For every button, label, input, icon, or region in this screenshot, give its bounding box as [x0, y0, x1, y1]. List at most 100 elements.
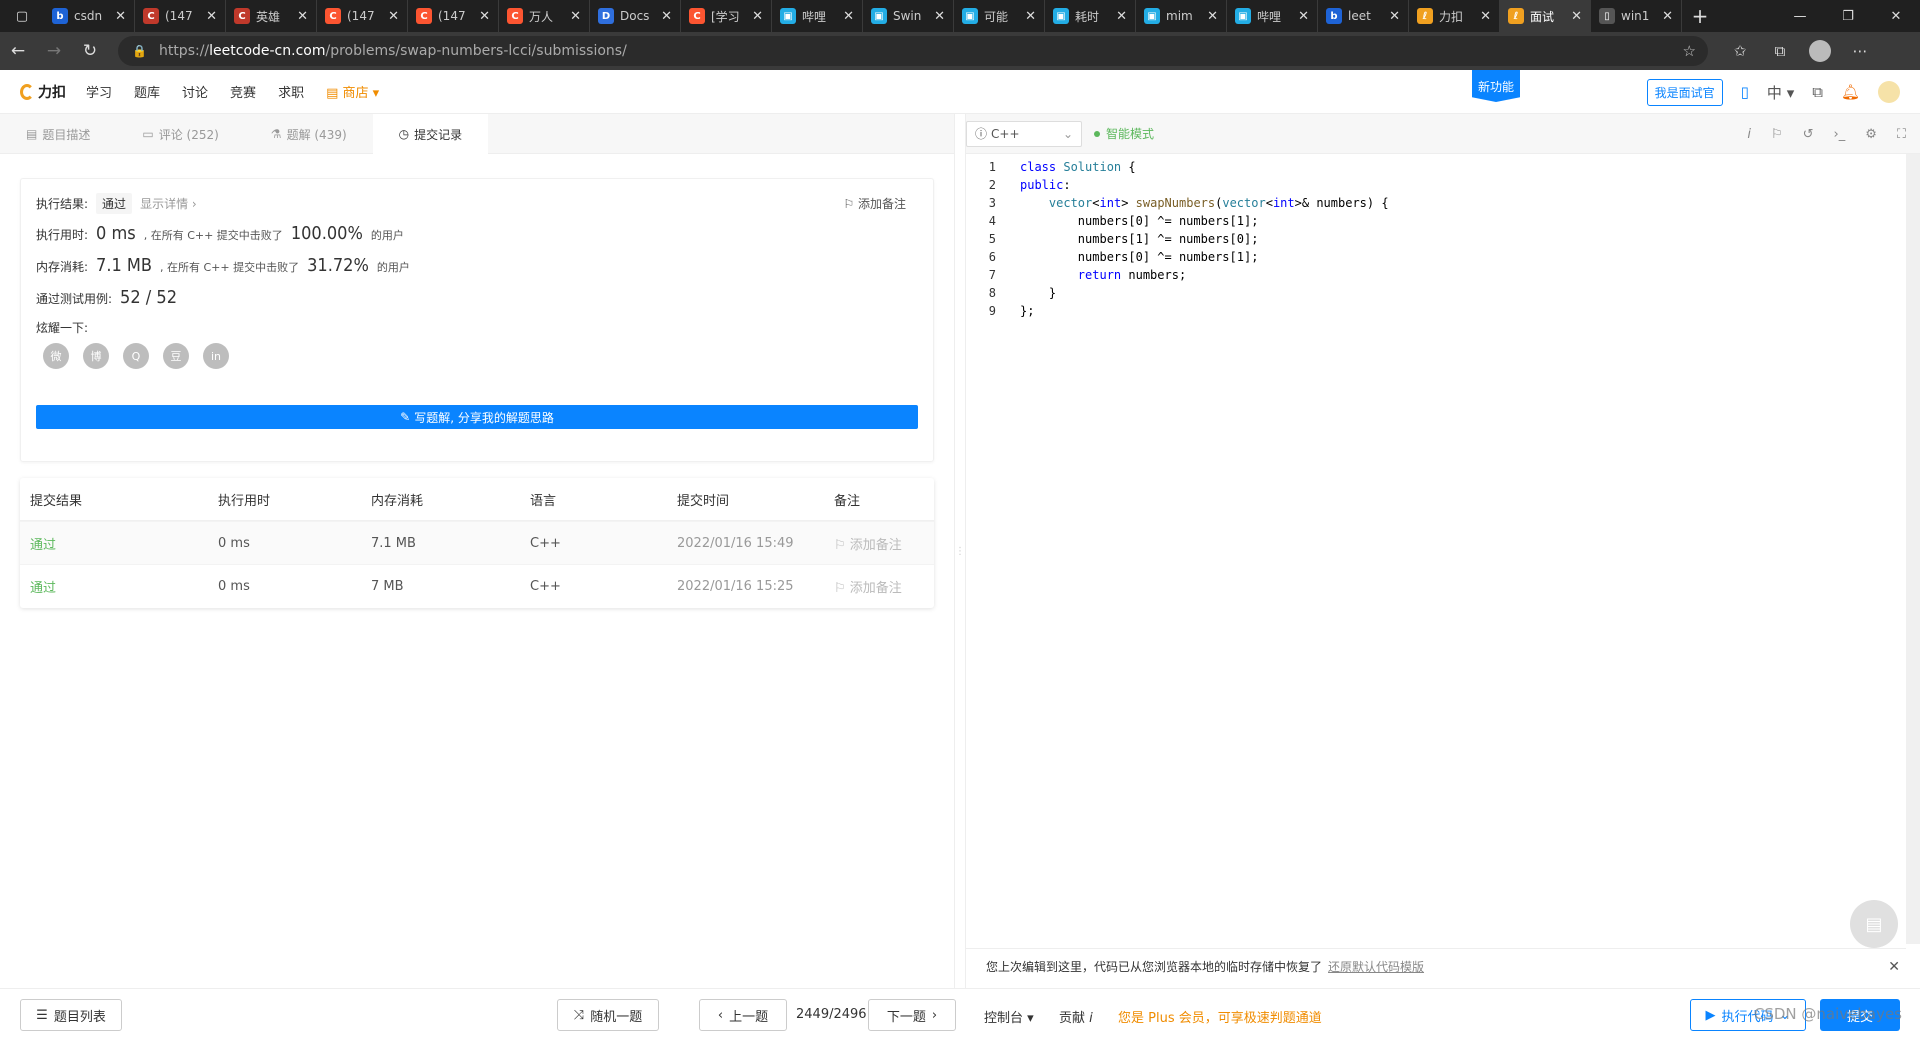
- close-icon[interactable]: ✕: [1888, 959, 1900, 975]
- weibo-icon[interactable]: 博: [83, 343, 109, 369]
- interviewer-button[interactable]: 我是面试官: [1646, 78, 1723, 106]
- row-add-note-button[interactable]: ⚐ 添加备注: [834, 534, 934, 553]
- smart-mode-toggle[interactable]: 智能模式: [1094, 125, 1154, 142]
- browser-tab[interactable]: ▣ mim ✕: [1136, 0, 1227, 32]
- fullscreen-icon[interactable]: ⛶: [1897, 127, 1906, 142]
- restore-icon[interactable]: ❐: [1824, 0, 1872, 32]
- nav-contest[interactable]: 竞赛: [230, 82, 256, 101]
- minimize-icon[interactable]: —: [1776, 0, 1824, 32]
- close-tab-icon[interactable]: ✕: [1116, 9, 1127, 24]
- leetcode-logo[interactable]: 力扣: [20, 82, 66, 102]
- url-field[interactable]: 🔒 https://leetcode-cn.com/problems/swap-…: [118, 36, 1708, 66]
- console-toggle[interactable]: 控制台 ▾: [984, 1007, 1034, 1026]
- browser-tab[interactable]: ▯ win1 ✕: [1591, 0, 1682, 32]
- browser-tab[interactable]: ▣ Swin ✕: [863, 0, 954, 32]
- problem-list-button[interactable]: ☰ 题目列表: [20, 999, 122, 1031]
- show-detail-link[interactable]: 显示详情 ›: [140, 195, 197, 212]
- close-tab-icon[interactable]: ✕: [1662, 9, 1673, 24]
- panel-resize-handle[interactable]: ⋮: [954, 114, 966, 988]
- settings-gear-icon[interactable]: ⚙: [1865, 127, 1877, 142]
- language-switch[interactable]: 中 ▾: [1767, 82, 1794, 103]
- mobile-icon[interactable]: ▯: [1741, 83, 1749, 101]
- random-problem-button[interactable]: ⤨ 随机一题: [557, 999, 659, 1031]
- tab-actions-icon[interactable]: ▢: [0, 0, 44, 32]
- tab-solutions[interactable]: ⚗ 题解 (439): [245, 114, 373, 154]
- flag-icon[interactable]: ⚐: [1771, 127, 1783, 142]
- row-add-note-button[interactable]: ⚐ 添加备注: [834, 577, 934, 596]
- close-tab-icon[interactable]: ✕: [297, 9, 308, 24]
- linkedin-icon[interactable]: in: [203, 343, 229, 369]
- notes-float-button[interactable]: ▤: [1850, 900, 1898, 948]
- editor-scrollbar[interactable]: [1906, 154, 1920, 944]
- browser-tab[interactable]: ℓ 面试 ✕: [1500, 0, 1591, 32]
- write-solution-button[interactable]: ✎ 写题解, 分享我的解题思路: [36, 405, 918, 429]
- tab-comments[interactable]: ▭ 评论 (252): [116, 114, 244, 154]
- browser-tab[interactable]: C 万人 ✕: [499, 0, 590, 32]
- contribute-link[interactable]: 贡献 i: [1059, 1007, 1093, 1026]
- browser-tab[interactable]: ▣ 哔哩 ✕: [772, 0, 863, 32]
- browser-tab[interactable]: C 英雄 ✕: [226, 0, 317, 32]
- user-avatar[interactable]: [1878, 81, 1900, 103]
- info-italic-icon[interactable]: i: [1747, 127, 1751, 142]
- prev-problem-button[interactable]: ‹ 上一题: [699, 999, 787, 1031]
- browser-tab[interactable]: C (147 ✕: [408, 0, 499, 32]
- qq-icon[interactable]: Q: [123, 343, 149, 369]
- browser-tab[interactable]: b leet ✕: [1318, 0, 1409, 32]
- browser-tab[interactable]: ▣ 耗时 ✕: [1045, 0, 1136, 32]
- tab-description[interactable]: ▤ 题目描述: [0, 114, 116, 154]
- reset-icon[interactable]: ↺: [1803, 127, 1814, 142]
- close-tab-icon[interactable]: ✕: [661, 9, 672, 24]
- browser-tab[interactable]: C (147 ✕: [317, 0, 408, 32]
- next-problem-button[interactable]: 下一题 ›: [868, 999, 956, 1031]
- language-select[interactable]: ⓘ C++ ⌄: [966, 120, 1082, 147]
- restore-default-link[interactable]: 还原默认代码模版: [1328, 958, 1424, 975]
- browser-tab[interactable]: ℓ 力扣 ✕: [1409, 0, 1500, 32]
- douban-icon[interactable]: 豆: [163, 343, 189, 369]
- close-tab-icon[interactable]: ✕: [1298, 9, 1309, 24]
- close-tab-icon[interactable]: ✕: [1480, 9, 1491, 24]
- terminal-icon[interactable]: ›_: [1834, 127, 1846, 142]
- browser-tab[interactable]: ▣ 可能 ✕: [954, 0, 1045, 32]
- close-window-icon[interactable]: ✕: [1872, 0, 1920, 32]
- close-tab-icon[interactable]: ✕: [752, 9, 763, 24]
- tab-submissions[interactable]: ◷ 提交记录: [372, 114, 489, 154]
- nav-jobs[interactable]: 求职: [278, 82, 304, 101]
- table-row[interactable]: 通过 0 ms 7 MB C++ 2022/01/16 15:25 ⚐ 添加备注: [20, 564, 934, 607]
- favorite-star-icon[interactable]: ☆: [1683, 42, 1696, 60]
- close-tab-icon[interactable]: ✕: [843, 9, 854, 24]
- close-tab-icon[interactable]: ✕: [934, 9, 945, 24]
- close-tab-icon[interactable]: ✕: [570, 9, 581, 24]
- profile-button[interactable]: [1802, 36, 1838, 66]
- browser-tab[interactable]: ▣ 哔哩 ✕: [1227, 0, 1318, 32]
- more-menu-icon[interactable]: ⋯: [1842, 36, 1878, 66]
- nav-discuss[interactable]: 讨论: [182, 82, 208, 101]
- playground-icon[interactable]: ⧉: [1812, 83, 1823, 101]
- row-result-link[interactable]: 通过: [30, 577, 218, 596]
- code-editor[interactable]: 1 class Solution { 2 public: 3 vector<int>…: [966, 154, 1906, 944]
- nav-problemset[interactable]: 题库: [134, 82, 160, 101]
- lock-icon[interactable]: 🔒: [132, 44, 147, 58]
- close-tab-icon[interactable]: ✕: [115, 9, 126, 24]
- close-tab-icon[interactable]: ✕: [1207, 9, 1218, 24]
- browser-tab[interactable]: C [学习 ✕: [681, 0, 772, 32]
- browser-tab[interactable]: b csdn ✕: [44, 0, 135, 32]
- browser-tab[interactable]: C (147 ✕: [135, 0, 226, 32]
- close-tab-icon[interactable]: ✕: [479, 9, 490, 24]
- table-row[interactable]: 通过 0 ms 7.1 MB C++ 2022/01/16 15:49 ⚐ 添加…: [20, 521, 934, 564]
- favorites-icon[interactable]: ✩: [1722, 36, 1758, 66]
- new-feature-badge[interactable]: 新功能: [1472, 70, 1520, 102]
- refresh-icon[interactable]: ↻: [72, 32, 108, 70]
- close-tab-icon[interactable]: ✕: [1025, 9, 1036, 24]
- close-tab-icon[interactable]: ✕: [206, 9, 217, 24]
- add-note-button[interactable]: ⚐ 添加备注: [843, 195, 906, 212]
- new-tab-button[interactable]: +: [1682, 0, 1718, 32]
- back-icon[interactable]: ←: [0, 32, 36, 70]
- wechat-icon[interactable]: 微: [43, 343, 69, 369]
- forward-icon[interactable]: →: [36, 32, 72, 70]
- row-result-link[interactable]: 通过: [30, 534, 218, 553]
- browser-tab[interactable]: D Docs ✕: [590, 0, 681, 32]
- nav-learn[interactable]: 学习: [86, 82, 112, 101]
- close-tab-icon[interactable]: ✕: [1571, 9, 1582, 24]
- close-tab-icon[interactable]: ✕: [388, 9, 399, 24]
- notification-bell-icon[interactable]: 🔔︎: [1841, 83, 1860, 101]
